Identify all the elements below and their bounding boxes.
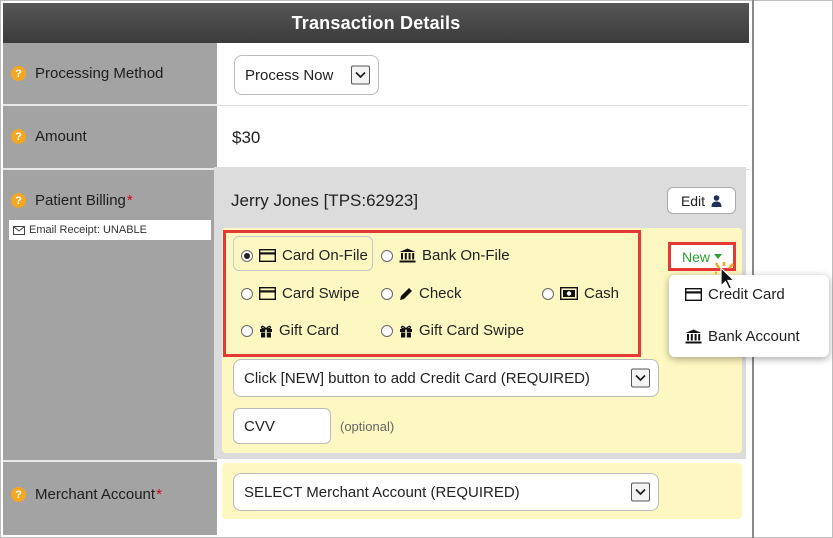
option-bank-on-file[interactable]: Bank On-File bbox=[381, 247, 510, 264]
panel-header: Transaction Details bbox=[3, 3, 749, 43]
help-icon[interactable]: ? bbox=[11, 193, 26, 208]
help-icon[interactable]: ? bbox=[11, 487, 26, 502]
credit-card-icon bbox=[259, 249, 276, 262]
credit-card-icon bbox=[259, 287, 276, 300]
option-cash[interactable]: Cash bbox=[542, 285, 619, 302]
credit-card-select[interactable]: Click [NEW] button to add Credit Card (R… bbox=[233, 359, 659, 397]
edit-button[interactable]: Edit bbox=[667, 187, 736, 214]
radio-gift-card-swipe[interactable] bbox=[381, 324, 393, 337]
billing-label: ? Patient Billing * bbox=[11, 192, 133, 209]
envelope-icon bbox=[13, 225, 25, 235]
processing-method-select[interactable]: Process Now bbox=[234, 55, 379, 95]
radio-bank-on-file[interactable] bbox=[381, 249, 393, 262]
processing-label-cell: ? Processing Method bbox=[3, 43, 217, 106]
chevron-down-icon[interactable] bbox=[631, 482, 650, 502]
help-icon[interactable]: ? bbox=[11, 66, 26, 81]
email-receipt-badge: Email Receipt: UNABLE bbox=[9, 220, 211, 240]
billing-label-cell: ? Patient Billing * Email Receipt: UNABL… bbox=[3, 170, 217, 462]
mouse-cursor-icon bbox=[713, 262, 741, 297]
radio-check[interactable] bbox=[381, 287, 393, 300]
gift-icon bbox=[259, 324, 273, 338]
bank-icon bbox=[399, 248, 416, 263]
merchant-label-cell: ? Merchant Account * bbox=[3, 462, 217, 535]
chevron-down-icon[interactable] bbox=[351, 65, 370, 85]
patient-name: Jerry Jones [TPS:62923] bbox=[231, 191, 419, 210]
credit-card-icon bbox=[685, 288, 702, 301]
radio-gift-card[interactable] bbox=[241, 324, 253, 337]
cvv-optional-hint: (optional) bbox=[340, 419, 395, 434]
radio-card-swipe[interactable] bbox=[241, 287, 253, 300]
merchant-account-select[interactable]: SELECT Merchant Account (REQUIRED) bbox=[233, 473, 659, 511]
processing-label: ? Processing Method bbox=[11, 65, 163, 82]
option-check[interactable]: Check bbox=[381, 285, 462, 302]
amount-value-cell bbox=[217, 106, 749, 170]
option-card-swipe[interactable]: Card Swipe bbox=[241, 285, 360, 302]
panel-title: Transaction Details bbox=[291, 12, 461, 33]
caret-down-icon bbox=[714, 254, 722, 259]
chevron-down-icon[interactable] bbox=[631, 368, 650, 388]
option-card-on-file[interactable]: Card On-File bbox=[241, 247, 368, 264]
processing-value-cell: Process Now bbox=[217, 43, 749, 106]
pencil-icon bbox=[399, 287, 413, 301]
amount-label: ? Amount bbox=[11, 128, 87, 145]
user-icon bbox=[711, 194, 722, 207]
option-gift-card[interactable]: Gift Card bbox=[241, 322, 339, 339]
scrollbar-edge bbox=[752, 0, 754, 538]
amount-value: $30 bbox=[232, 128, 261, 147]
new-dropdown-menu: Credit Card Bank Account bbox=[669, 275, 829, 357]
radio-card-on-file[interactable] bbox=[241, 249, 253, 262]
menu-item-bank-account[interactable]: Bank Account bbox=[685, 328, 800, 345]
merchant-label: ? Merchant Account * bbox=[11, 486, 162, 503]
option-gift-card-swipe[interactable]: Gift Card Swipe bbox=[381, 322, 524, 339]
cash-icon bbox=[560, 287, 578, 300]
amount-label-cell: ? Amount bbox=[3, 106, 217, 170]
gift-icon bbox=[399, 324, 413, 338]
bank-icon bbox=[685, 329, 702, 344]
cvv-input[interactable]: CVV bbox=[233, 408, 331, 444]
help-icon[interactable]: ? bbox=[11, 129, 26, 144]
radio-cash[interactable] bbox=[542, 287, 554, 300]
